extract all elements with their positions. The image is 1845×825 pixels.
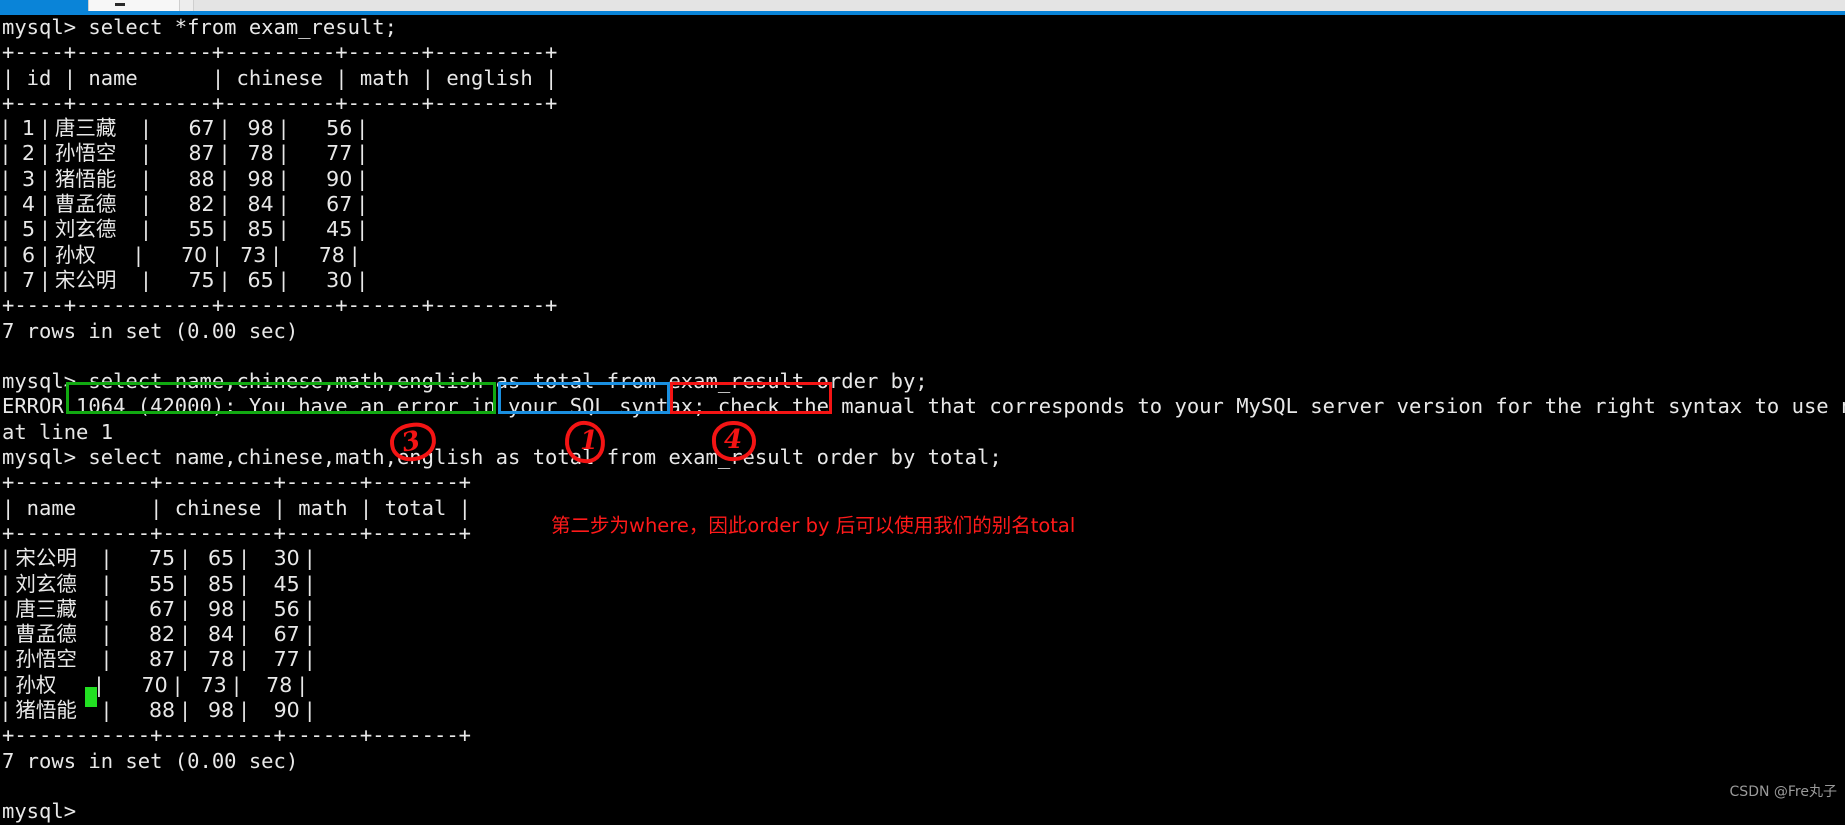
table-row: | 刘玄德 | 55 | 85 | 45 |: [2, 571, 314, 596]
table-row: | 孙权 | 70 | 73 | 78 |: [2, 672, 306, 697]
terminal-window[interactable]: mysql> select *from exam_result; +----+-…: [0, 15, 1845, 823]
table-row: | 猪悟能 | 88 | 98 | 90 |: [2, 698, 314, 723]
terminal-line-19: | name | chinese | math | total |: [2, 495, 471, 520]
terminal-line-28: +-----------+---------+------+-------+: [2, 723, 471, 748]
terminal-error-message: ERROR 1064 (42000): You have an error in…: [2, 394, 1845, 419]
terminal-line-3: +----+-----------+---------+------+-----…: [2, 90, 558, 115]
table-row: | 5 | 刘玄德 | 55 | 85 | 45 |: [2, 217, 366, 242]
table-row: | 3 | 猪悟能 | 88 | 98 | 90 |: [2, 166, 366, 191]
terminal-line-1: +----+-----------+---------+------+-----…: [2, 40, 558, 65]
terminal-line-11: +----+-----------+---------+------+-----…: [2, 293, 558, 318]
terminal-line-18: +-----------+---------+------+-------+: [2, 470, 471, 495]
rows-in-set-message: 7 rows in set (0.00 sec): [2, 748, 299, 773]
rows-in-set-message: 7 rows in set (0.00 sec): [2, 318, 299, 343]
table-row: | 曹孟德 | 82 | 84 | 67 |: [2, 622, 314, 647]
table-row: | 宋公明 | 75 | 65 | 30 |: [2, 546, 314, 571]
table-row: | 6 | 孙权 | 70 | 73 | 78 |: [2, 242, 359, 267]
browser-tab-empty-area: [194, 0, 1845, 11]
terminal-prompt[interactable]: mysql>: [0, 799, 1845, 824]
table-row: | 7 | 宋公明 | 75 | 65 | 30 |: [2, 267, 366, 292]
terminal-line-2: | id | name | chinese | math | english |: [2, 65, 558, 90]
terminal-line-20: +-----------+---------+------+-------+: [2, 520, 471, 545]
browser-tab-strip: [0, 0, 1845, 11]
terminal-command-invalid: mysql> select name,chinese,math,english …: [2, 369, 928, 394]
terminal-line-0: mysql> select *from exam_result;: [2, 15, 397, 39]
terminal-error-tail: at line 1: [2, 419, 114, 444]
browser-tab-active[interactable]: [0, 0, 88, 11]
terminal-command-valid: mysql> select name,chinese,math,english …: [2, 445, 1002, 470]
table-row: | 4 | 曹孟德 | 82 | 84 | 67 |: [2, 192, 366, 217]
terminal-cursor: [85, 687, 97, 707]
browser-tab-second[interactable]: [88, 0, 180, 11]
table-row: | 孙悟空 | 87 | 78 | 77 |: [2, 647, 314, 672]
table-row: | 1 | 唐三藏 | 67 | 98 | 56 |: [2, 116, 366, 141]
table-row: | 唐三藏 | 67 | 98 | 56 |: [2, 596, 314, 621]
table-row: | 2 | 孙悟空 | 87 | 78 | 77 |: [2, 141, 366, 166]
browser-tab-new[interactable]: [180, 0, 194, 11]
watermark-text: CSDN @Fre丸子: [1729, 784, 1837, 800]
